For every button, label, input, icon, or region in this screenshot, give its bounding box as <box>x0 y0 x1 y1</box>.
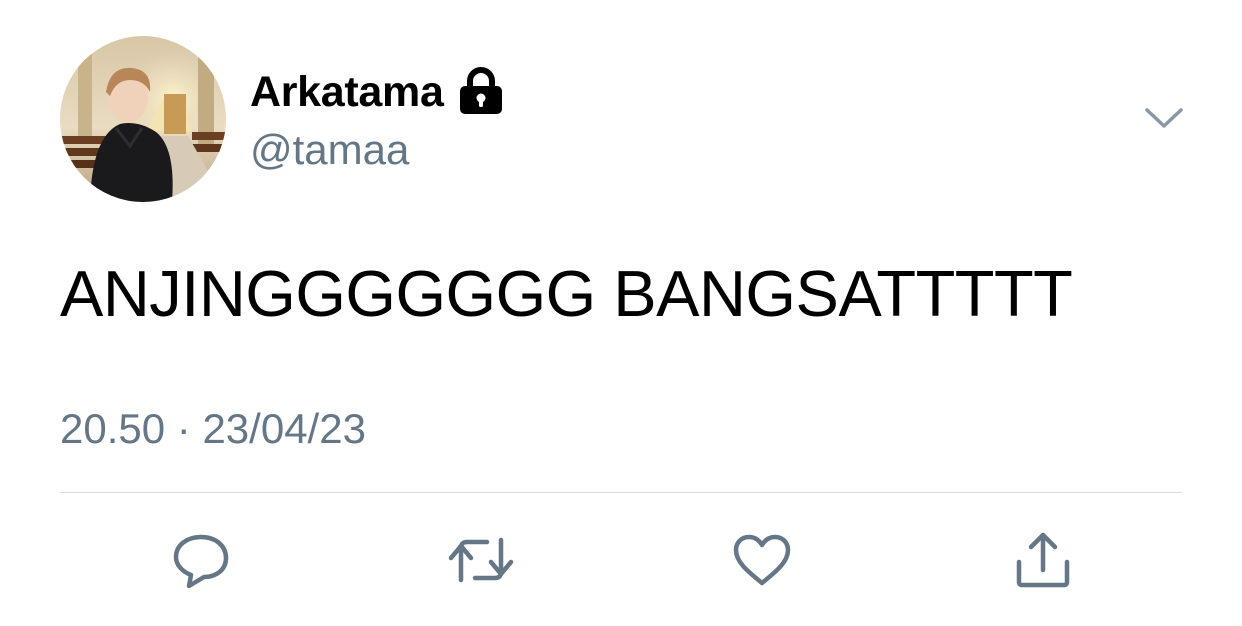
tweet-timestamp[interactable]: 20.50 · 23/04/23 <box>60 402 366 456</box>
divider <box>60 492 1182 493</box>
avatar[interactable] <box>60 36 226 202</box>
action-bar <box>0 526 1242 594</box>
tweet-text: ANJINGGGGGGG BANGSATTTTT <box>60 257 1073 330</box>
chevron-down-icon[interactable] <box>1144 104 1184 132</box>
tweet-date: 23/04/23 <box>202 405 366 452</box>
display-name[interactable]: Arkatama <box>250 64 444 120</box>
share-button[interactable] <box>1009 526 1077 594</box>
heart-icon <box>732 533 792 587</box>
like-button[interactable] <box>728 526 796 594</box>
lock-icon <box>458 67 504 115</box>
author-name-row[interactable]: Arkatama <box>250 64 504 120</box>
meta-separator: · <box>176 405 191 452</box>
speech-bubble-icon <box>171 531 231 589</box>
tweet-time: 20.50 <box>60 405 166 452</box>
reply-button[interactable] <box>167 526 235 594</box>
retweet-arrows-icon <box>447 534 515 586</box>
retweet-button[interactable] <box>447 526 515 594</box>
handle[interactable]: @tamaa <box>250 124 409 176</box>
share-upload-icon <box>1013 530 1073 590</box>
